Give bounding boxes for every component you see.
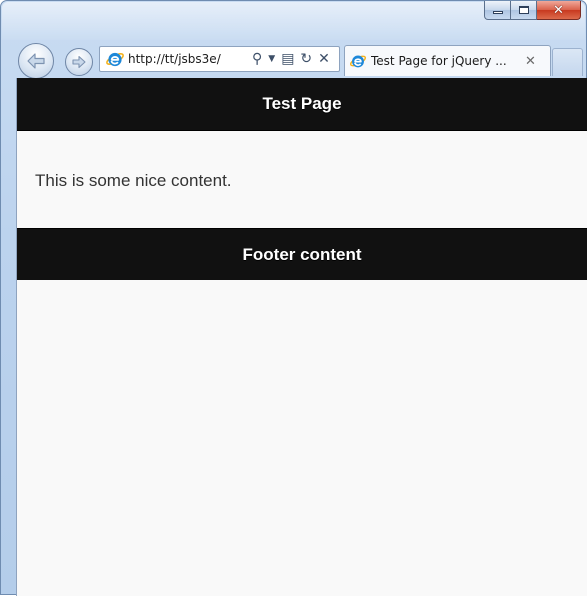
tab-close-icon[interactable]: ✕ bbox=[525, 54, 536, 69]
address-bar-tools: ⚲ ▼ ▤ ↻ ✕ bbox=[252, 52, 330, 66]
compatibility-view-icon[interactable]: ▤ bbox=[281, 52, 294, 66]
page-content: This is some nice content. bbox=[17, 131, 587, 228]
back-button[interactable] bbox=[18, 43, 54, 79]
page-header: Test Page bbox=[17, 78, 587, 131]
back-arrow-icon bbox=[27, 53, 45, 69]
window-caption-buttons: ✕ bbox=[484, 1, 581, 20]
minimize-button[interactable] bbox=[484, 1, 511, 20]
close-window-button[interactable]: ✕ bbox=[537, 1, 581, 20]
internet-explorer-icon bbox=[106, 52, 124, 67]
page-title: Test Page bbox=[262, 94, 342, 113]
address-url-text[interactable]: http://tt/jsbs3e/ bbox=[128, 52, 248, 66]
search-icon[interactable]: ⚲ bbox=[252, 52, 262, 66]
forward-arrow-icon bbox=[72, 55, 86, 69]
refresh-icon[interactable]: ↻ bbox=[300, 52, 312, 66]
forward-button[interactable] bbox=[65, 48, 93, 76]
content-text: This is some nice content. bbox=[35, 171, 232, 190]
internet-explorer-icon bbox=[349, 55, 367, 68]
page-footer: Footer content bbox=[17, 228, 587, 280]
tab-title: Test Page for jQuery ... bbox=[371, 54, 507, 68]
maximize-button[interactable] bbox=[511, 1, 537, 20]
minimize-icon bbox=[492, 11, 503, 14]
maximize-icon bbox=[518, 6, 529, 14]
stop-icon[interactable]: ✕ bbox=[318, 52, 330, 66]
page-viewport: Test Page This is some nice content. Foo… bbox=[16, 78, 587, 596]
new-tab-button[interactable] bbox=[552, 48, 583, 76]
browser-window: ✕ http://tt/jsbs3e/ ⚲ ▼ ▤ ↻ ✕ Test Page … bbox=[0, 0, 587, 596]
browser-tab-active[interactable]: Test Page for jQuery ... ✕ bbox=[344, 45, 551, 76]
footer-text: Footer content bbox=[242, 244, 362, 264]
address-bar[interactable]: http://tt/jsbs3e/ ⚲ ▼ ▤ ↻ ✕ bbox=[99, 46, 340, 72]
dropdown-arrow-icon[interactable]: ▼ bbox=[268, 52, 275, 66]
close-icon: ✕ bbox=[553, 2, 564, 18]
